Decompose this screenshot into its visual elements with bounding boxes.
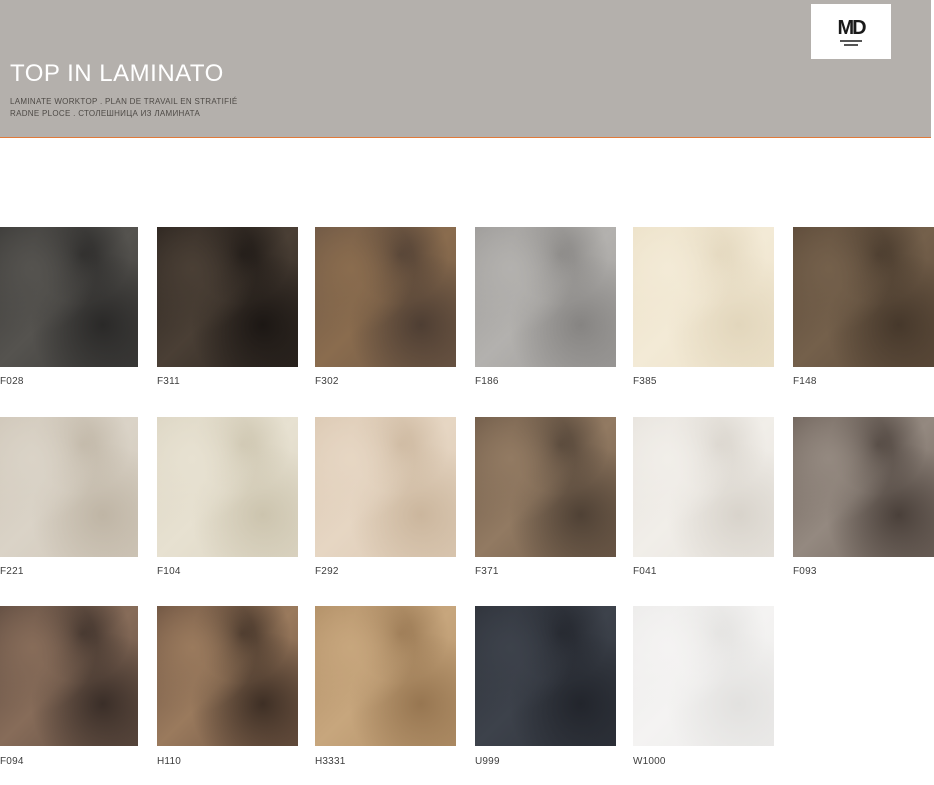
swatch-code-u999: U999: [475, 756, 500, 767]
swatch-h110: [157, 606, 298, 746]
swatch-f311: [157, 227, 298, 367]
swatch-code-f371: F371: [475, 566, 499, 577]
swatch-f385: [633, 227, 774, 367]
page-subtitle-line-2: RADNE PLOCE . СТОЛЕШНИЦА ИЗ ЛАМИНАТА: [10, 109, 201, 118]
swatch-code-f385: F385: [633, 376, 657, 387]
swatch-f186: [475, 227, 616, 367]
swatch-f371: [475, 417, 616, 557]
swatch-w1000: [633, 606, 774, 746]
swatch-f302: [315, 227, 456, 367]
swatch-f221: [0, 417, 138, 557]
swatch-code-f093: F093: [793, 566, 817, 577]
swatch-code-h3331: H3331: [315, 756, 346, 767]
brand-logo-tagline-line: [844, 43, 858, 46]
swatch-f292: [315, 417, 456, 557]
page-title: TOP IN LAMINATO: [10, 60, 224, 87]
swatch-code-f094: F094: [0, 756, 24, 767]
brand-logo-tagline-line: [840, 39, 862, 42]
swatch-code-f221: F221: [0, 566, 24, 577]
brand-logo-mark: MD: [837, 16, 866, 39]
swatch-h3331: [315, 606, 456, 746]
swatch-f041: [633, 417, 774, 557]
swatch-f093: [793, 417, 934, 557]
catalog-page: TOP IN LAMINATO LAMINATE WORKTOP . PLAN …: [0, 0, 934, 785]
swatch-f104: [157, 417, 298, 557]
page-header: TOP IN LAMINATO LAMINATE WORKTOP . PLAN …: [0, 0, 931, 138]
swatch-f094: [0, 606, 138, 746]
page-subtitle-line-1: LAMINATE WORKTOP . PLAN DE TRAVAIL EN ST…: [10, 97, 238, 106]
swatch-code-f104: F104: [157, 566, 181, 577]
swatch-code-f292: F292: [315, 566, 339, 577]
swatch-code-f186: F186: [475, 376, 499, 387]
swatch-code-f148: F148: [793, 376, 817, 387]
swatch-code-f302: F302: [315, 376, 339, 387]
swatch-code-h110: H110: [157, 756, 181, 767]
swatch-code-f311: F311: [157, 376, 180, 387]
swatch-code-w1000: W1000: [633, 756, 666, 767]
swatch-code-f028: F028: [0, 376, 24, 387]
swatch-f028: [0, 227, 138, 367]
swatch-u999: [475, 606, 616, 746]
swatch-f148: [793, 227, 934, 367]
swatch-code-f041: F041: [633, 566, 657, 577]
brand-logo: MD: [811, 4, 891, 59]
